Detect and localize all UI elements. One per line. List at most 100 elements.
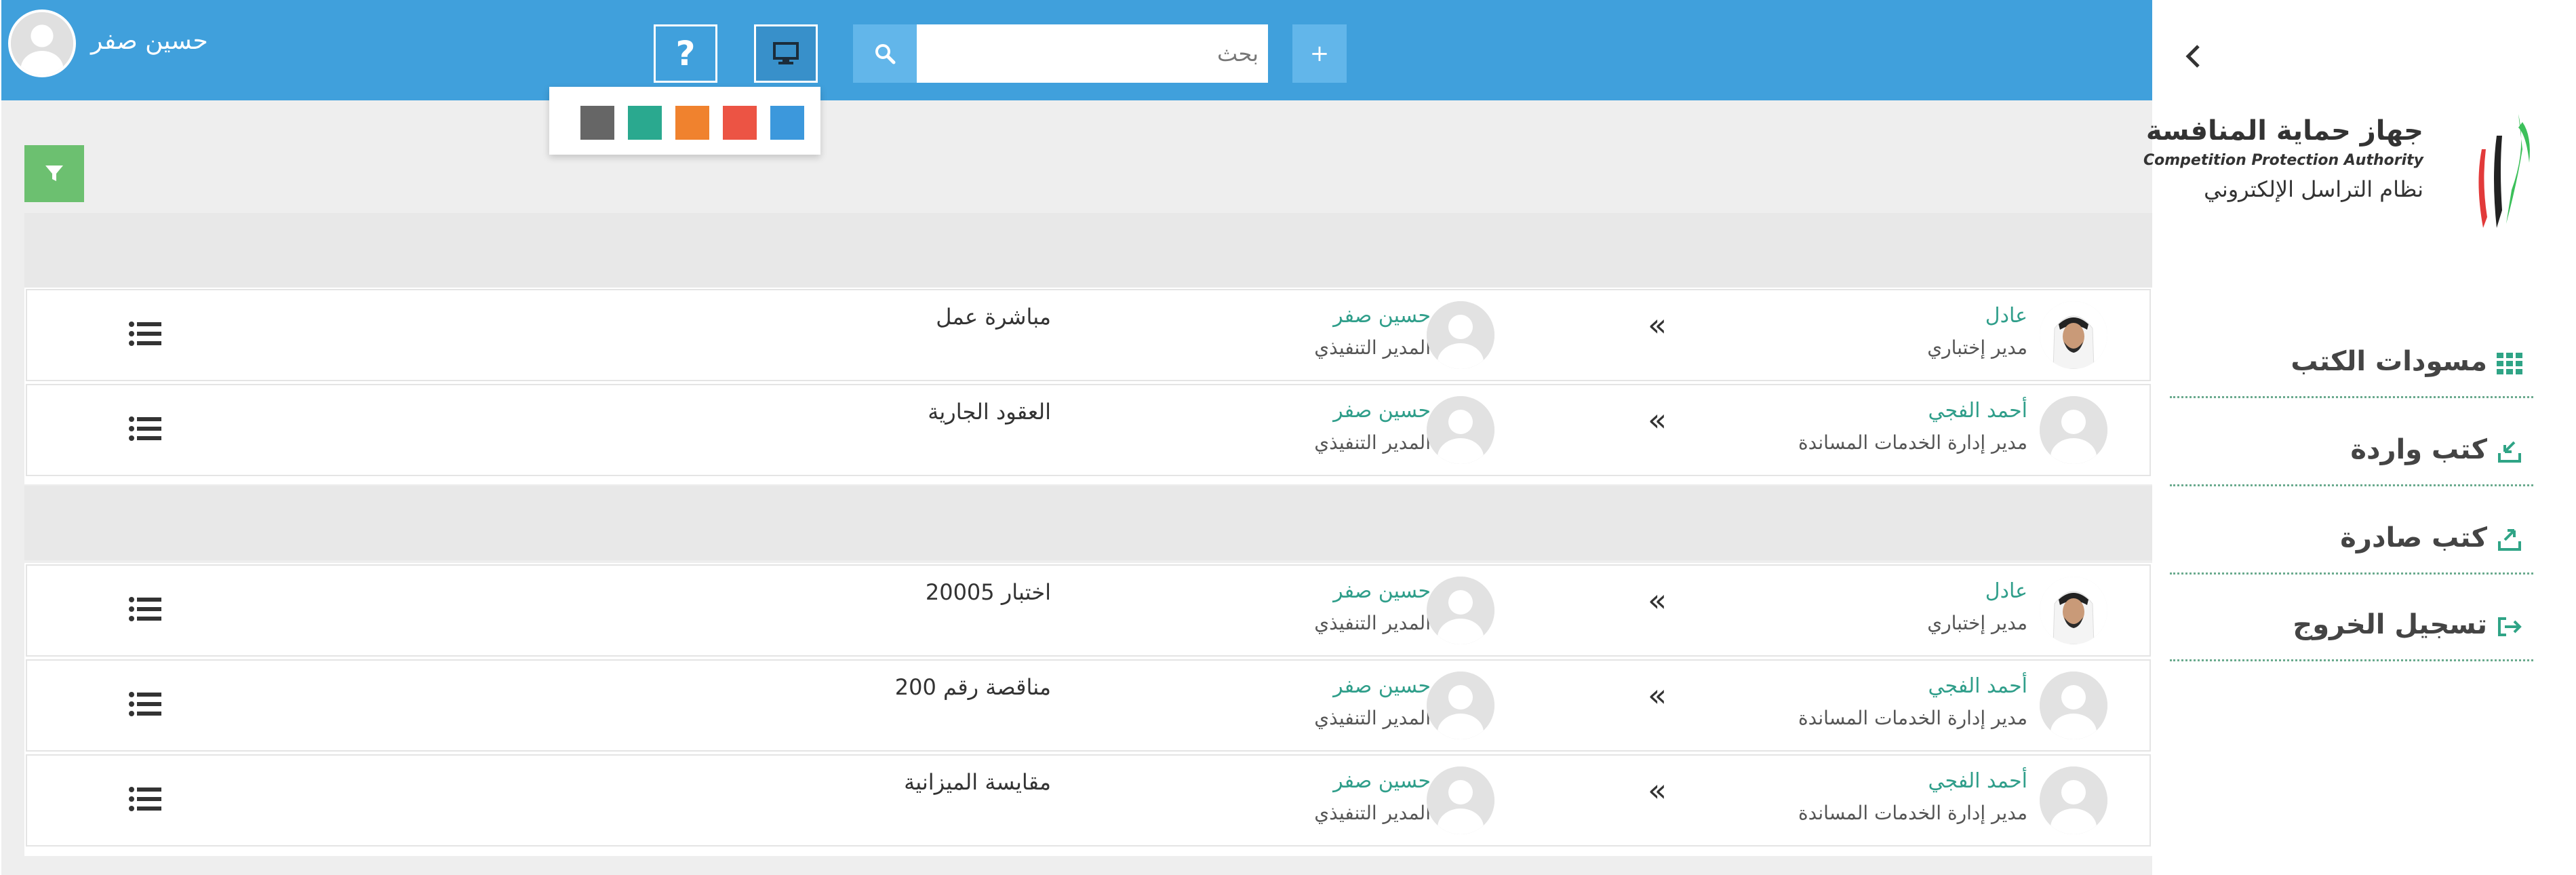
double-chevron-left-icon: « bbox=[1648, 772, 1667, 809]
recipient-title: المدير التنفيذي bbox=[1314, 431, 1431, 454]
user-name[interactable]: حسين صفر bbox=[91, 27, 208, 55]
display-theme-button[interactable] bbox=[754, 24, 818, 83]
recipient-name[interactable]: حسين صفر bbox=[1333, 579, 1431, 603]
user-placeholder-icon bbox=[1427, 301, 1494, 369]
nav-item-label: كتب واردة bbox=[2350, 434, 2487, 465]
filter-icon bbox=[45, 166, 63, 181]
user-placeholder-icon bbox=[1427, 577, 1494, 644]
double-chevron-left-icon: « bbox=[1648, 582, 1667, 619]
list-menu-icon[interactable] bbox=[129, 596, 163, 623]
message-list: اختبار 20005 حسين صفر المدير التنفيذي « … bbox=[24, 563, 2154, 856]
table-row[interactable]: العقود الجارية حسين صفر المدير التنفيذي … bbox=[26, 384, 2151, 476]
recipient-title: المدير التنفيذي bbox=[1314, 336, 1431, 359]
recipient-name[interactable]: حسين صفر bbox=[1333, 304, 1431, 328]
user-avatar[interactable] bbox=[8, 9, 76, 77]
top-bar: حسين صفر ? + bbox=[1, 0, 2154, 100]
sender-title: مدير إدارة الخدمات المساندة bbox=[1798, 431, 2027, 454]
recipient-avatar bbox=[1427, 672, 1494, 739]
color-swatch-gray[interactable] bbox=[580, 106, 614, 140]
message-subject[interactable]: مناقصة رقم 200 bbox=[895, 674, 1051, 700]
nav-item-label: مسودات الكتب bbox=[2291, 346, 2487, 377]
sender-title: مدير إدارة الخدمات المساندة bbox=[1798, 802, 2027, 824]
recipient-name[interactable]: حسين صفر bbox=[1333, 399, 1431, 423]
sender-name[interactable]: عادل bbox=[1985, 304, 2027, 328]
user-placeholder-icon bbox=[2040, 396, 2107, 464]
double-chevron-left-icon: « bbox=[1648, 307, 1667, 343]
monitor-icon bbox=[773, 42, 799, 64]
double-chevron-left-icon: « bbox=[1648, 402, 1667, 438]
list-menu-icon[interactable] bbox=[129, 691, 163, 718]
search-input[interactable] bbox=[917, 24, 1268, 83]
table-row[interactable]: مباشرة عمل حسين صفر المدير التنفيذي « عا… bbox=[26, 289, 2151, 381]
logo-system-name: نظام التراسل الإلكتروني bbox=[2204, 176, 2423, 202]
logo-arabic-name: جهاز حماية المنافسة bbox=[2145, 115, 2423, 147]
chevron-left-icon[interactable] bbox=[2177, 39, 2211, 73]
sender-title: مدير إدارة الخدمات المساندة bbox=[1798, 707, 2027, 729]
color-swatch-orange[interactable] bbox=[675, 106, 709, 140]
user-placeholder-icon bbox=[1427, 672, 1494, 739]
grid-icon bbox=[2497, 353, 2522, 374]
sender-avatar bbox=[2040, 577, 2107, 644]
sender-name[interactable]: أحمد الفجي bbox=[1928, 399, 2027, 423]
sender-avatar bbox=[2040, 396, 2107, 464]
recipient-avatar bbox=[1427, 577, 1494, 644]
nav-item-drafts[interactable]: مسودات الكتب bbox=[2170, 330, 2533, 398]
table-row[interactable]: اختبار 20005 حسين صفر المدير التنفيذي « … bbox=[26, 564, 2151, 657]
sender-title: مدير إختباري bbox=[1927, 612, 2027, 634]
logo-english-name: Competition Protection Authority bbox=[2143, 152, 2423, 169]
filter-button[interactable] bbox=[24, 145, 84, 202]
nav-item-logout[interactable]: تسجيل الخروج bbox=[2170, 593, 2533, 661]
sender-title: مدير إختباري bbox=[1927, 336, 2027, 359]
recipient-name[interactable]: حسين صفر bbox=[1333, 769, 1431, 793]
user-placeholder-icon bbox=[1427, 396, 1494, 464]
recipient-name[interactable]: حسين صفر bbox=[1333, 674, 1431, 698]
message-subject[interactable]: العقود الجارية bbox=[928, 399, 1051, 425]
logo-emblem-icon bbox=[2478, 114, 2530, 228]
sign-out-icon bbox=[2498, 617, 2522, 636]
message-list: مباشرة عمل حسين صفر المدير التنفيذي « عا… bbox=[24, 288, 2154, 484]
nav-item-label: تسجيل الخروج bbox=[2293, 609, 2487, 640]
list-menu-icon[interactable] bbox=[129, 415, 163, 442]
group-header bbox=[24, 486, 2154, 560]
list-menu-icon[interactable] bbox=[129, 785, 163, 813]
color-swatch-blue[interactable] bbox=[770, 106, 804, 140]
user-photo-icon bbox=[2040, 577, 2107, 644]
table-row[interactable]: مقايسة الميزانية حسين صفر المدير التنفيذ… bbox=[26, 754, 2151, 847]
outbox-upload-icon bbox=[2498, 529, 2521, 551]
user-placeholder-icon bbox=[1427, 766, 1494, 834]
group-header bbox=[24, 213, 2154, 288]
sender-name[interactable]: أحمد الفجي bbox=[1928, 674, 2027, 698]
message-subject[interactable]: اختبار 20005 bbox=[926, 579, 1051, 605]
recipient-title: المدير التنفيذي bbox=[1314, 612, 1431, 634]
nav-item-label: كتب صادرة bbox=[2340, 522, 2487, 553]
list-menu-icon[interactable] bbox=[129, 320, 163, 347]
nav-item-incoming[interactable]: كتب واردة bbox=[2170, 418, 2533, 486]
search-button[interactable] bbox=[853, 24, 917, 83]
main-content: حسين صفر ? + bbox=[0, 0, 2154, 875]
add-button[interactable]: + bbox=[1292, 24, 1347, 83]
color-swatch-red[interactable] bbox=[723, 106, 757, 140]
sidebar: جهاز حماية المنافسة Competition Protecti… bbox=[2143, 0, 2576, 875]
message-subject[interactable]: مقايسة الميزانية bbox=[904, 769, 1051, 795]
user-placeholder-icon bbox=[2040, 672, 2107, 739]
help-button[interactable]: ? bbox=[654, 24, 717, 83]
recipient-title: المدير التنفيذي bbox=[1314, 802, 1431, 824]
search-icon bbox=[875, 44, 896, 64]
user-placeholder-icon bbox=[11, 12, 73, 75]
double-chevron-left-icon: « bbox=[1648, 677, 1667, 714]
table-row[interactable]: مناقصة رقم 200 حسين صفر المدير التنفيذي … bbox=[26, 659, 2151, 752]
recipient-avatar bbox=[1427, 301, 1494, 369]
message-subject[interactable]: مباشرة عمل bbox=[936, 304, 1051, 330]
recipient-avatar bbox=[1427, 396, 1494, 464]
recipient-avatar bbox=[1427, 766, 1494, 834]
plus-icon: + bbox=[1309, 40, 1330, 67]
theme-color-palette bbox=[549, 87, 820, 155]
sender-avatar bbox=[2040, 766, 2107, 834]
help-icon: ? bbox=[675, 34, 696, 73]
recipient-title: المدير التنفيذي bbox=[1314, 707, 1431, 729]
nav-item-outgoing[interactable]: كتب صادرة bbox=[2170, 506, 2533, 575]
sender-name[interactable]: عادل bbox=[1985, 579, 2027, 603]
color-swatch-teal[interactable] bbox=[628, 106, 662, 140]
user-placeholder-icon bbox=[2040, 766, 2107, 834]
sender-name[interactable]: أحمد الفجي bbox=[1928, 769, 2027, 793]
